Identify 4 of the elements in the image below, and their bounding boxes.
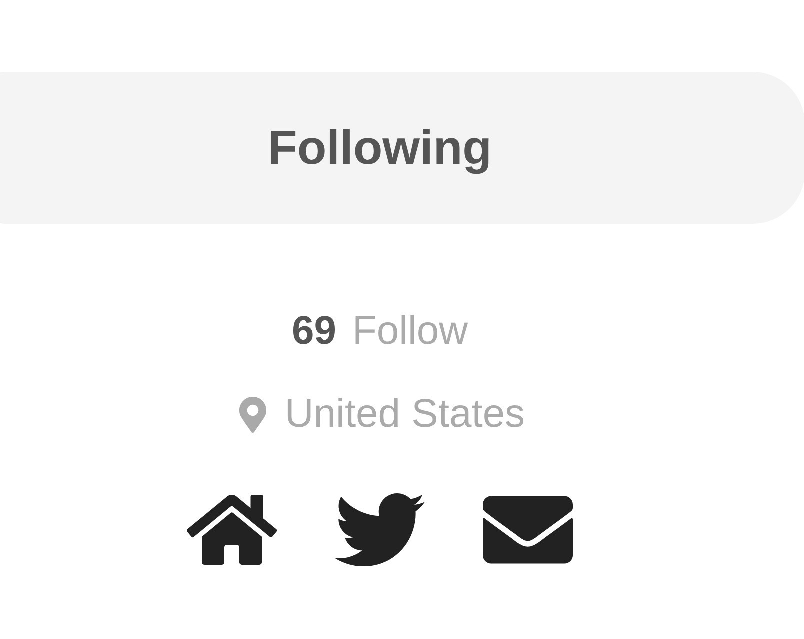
following-button[interactable]: Following bbox=[0, 72, 804, 224]
location-text: United States bbox=[284, 392, 526, 437]
follow-label: Follow bbox=[352, 309, 468, 354]
follow-count: 69 bbox=[292, 309, 336, 354]
